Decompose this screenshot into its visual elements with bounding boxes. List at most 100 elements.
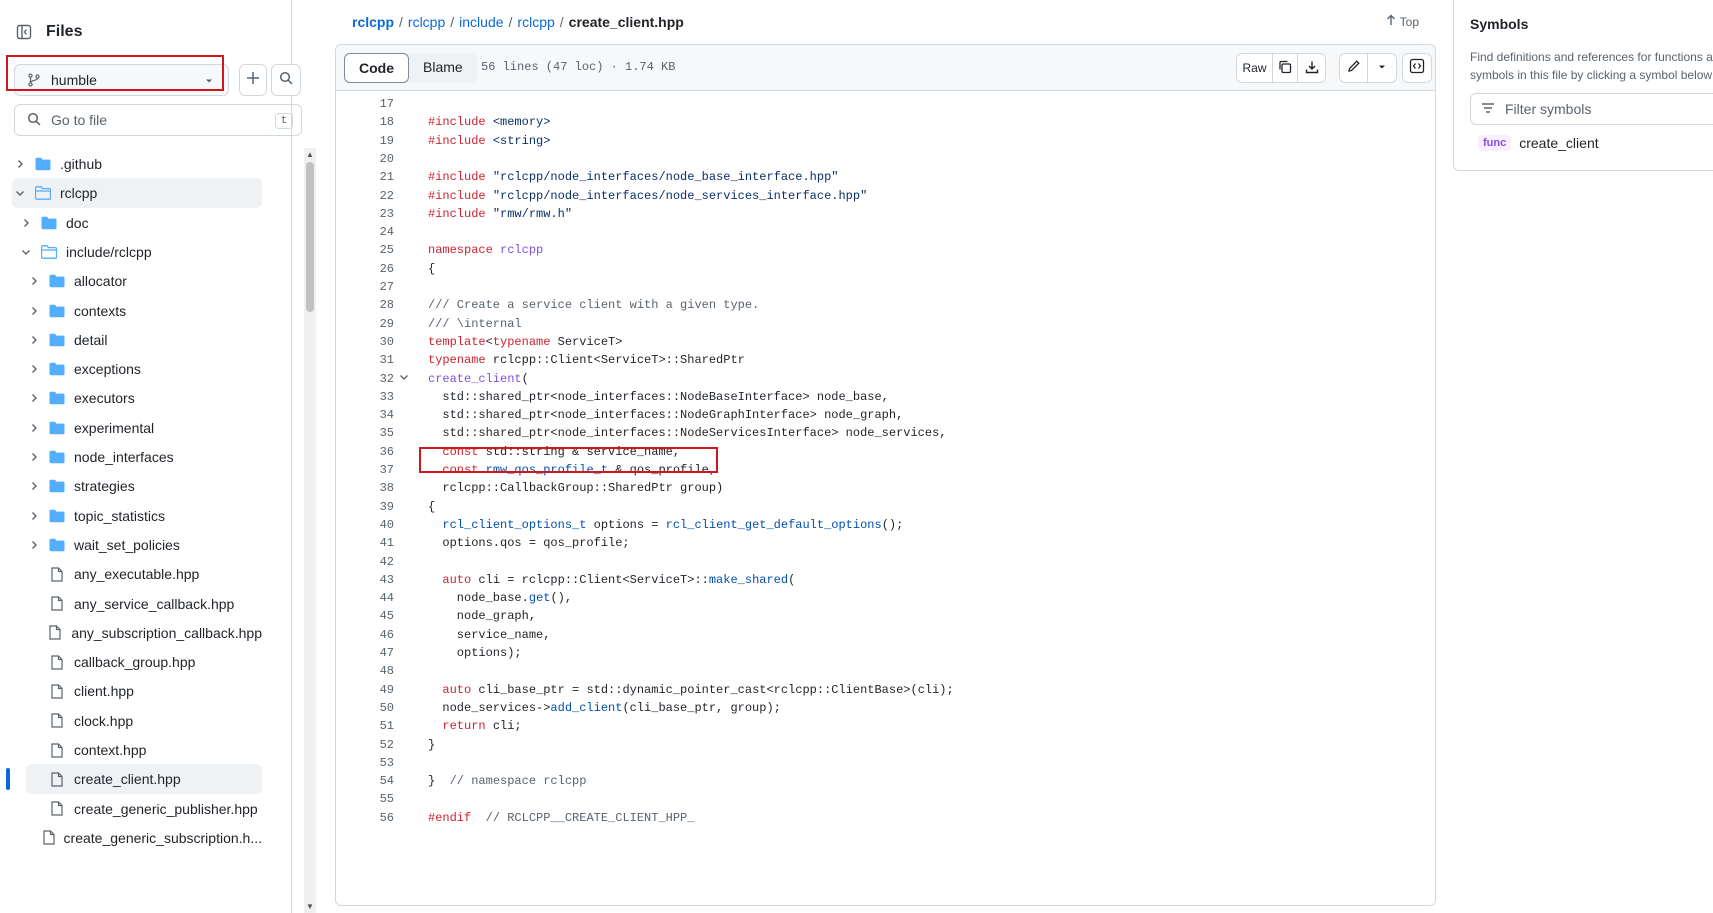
line-number[interactable]: 37 [336,461,394,479]
line-number[interactable]: 28 [336,296,394,314]
line-number[interactable]: 51 [336,717,394,735]
breadcrumb-link[interactable]: include [459,14,503,30]
tree-file-item[interactable]: context.hpp [26,735,262,765]
tree-folder-item[interactable]: contexts [26,296,262,326]
chevron-right-icon[interactable] [26,335,42,345]
line-number[interactable]: 25 [336,241,394,259]
chevron-right-icon[interactable] [26,276,42,286]
line-number[interactable]: 52 [336,736,394,754]
line-number[interactable]: 41 [336,534,394,552]
chevron-right-icon[interactable] [26,511,42,521]
copy-raw-button[interactable] [1273,54,1298,82]
line-number[interactable]: 42 [336,553,394,571]
breadcrumb-link[interactable]: rclcpp [517,14,554,30]
line-number[interactable]: 49 [336,681,394,699]
raw-button[interactable]: Raw [1237,54,1273,82]
line-number[interactable]: 24 [336,223,394,241]
breadcrumb-repo-link[interactable]: rclcpp [352,14,394,30]
line-number[interactable]: 33 [336,388,394,406]
tree-file-item[interactable]: create_generic_publisher.hpp [26,794,262,824]
line-number[interactable]: 47 [336,644,394,662]
tab-code[interactable]: Code [344,53,409,83]
tree-folder-item[interactable]: exceptions [26,354,262,384]
tree-folder-item[interactable]: include/rclcpp [18,237,262,267]
line-number[interactable]: 46 [336,626,394,644]
line-number[interactable]: 35 [336,424,394,442]
line-number[interactable]: 17 [336,95,394,113]
chevron-right-icon[interactable] [26,481,42,491]
tree-folder-item[interactable]: .github [12,149,262,179]
tree-folder-item[interactable]: strategies [26,471,262,501]
line-number[interactable]: 29 [336,315,394,333]
chevron-right-icon[interactable] [26,306,42,316]
chevron-right-icon[interactable] [18,218,34,228]
line-number[interactable]: 45 [336,607,394,625]
download-button[interactable] [1298,54,1325,82]
tree-folder-item[interactable]: detail [26,325,262,355]
line-number[interactable]: 40 [336,516,394,534]
chevron-right-icon[interactable] [26,393,42,403]
filter-symbols-input[interactable]: Filter symbols [1470,93,1713,125]
chevron-right-icon[interactable] [26,452,42,462]
tree-folder-item[interactable]: doc [18,208,262,238]
fold-chevron-icon[interactable] [398,370,410,388]
line-number[interactable]: 21 [336,168,394,186]
edit-more-button[interactable] [1368,54,1396,82]
tree-folder-item[interactable]: rclcpp [12,178,262,209]
symbol-item[interactable]: func create_client [1478,135,1599,151]
tab-blame[interactable]: Blame [409,53,477,83]
collapse-sidebar-icon[interactable] [16,24,32,40]
line-number[interactable]: 23 [336,205,394,223]
chevron-right-icon[interactable] [12,159,28,169]
tree-folder-item[interactable]: topic_statistics [26,501,262,531]
line-number[interactable]: 31 [336,351,394,369]
line-number[interactable]: 53 [336,754,394,772]
symbols-panel-toggle[interactable] [1402,53,1432,83]
line-number[interactable]: 38 [336,479,394,497]
scroll-up-arrow-icon[interactable]: ▲ [306,150,314,159]
line-number[interactable]: 50 [336,699,394,717]
tree-scrollbar[interactable]: ▲ ▼ [304,148,316,913]
tree-folder-item[interactable]: node_interfaces [26,442,262,472]
tree-file-item[interactable]: any_service_callback.hpp [26,589,262,619]
tree-folder-item[interactable]: allocator [26,266,262,296]
line-number[interactable]: 26 [336,260,394,278]
line-number[interactable]: 20 [336,150,394,168]
tree-folder-item[interactable]: wait_set_policies [26,530,262,560]
tree-folder-item[interactable]: executors [26,383,262,413]
line-number[interactable]: 18 [336,113,394,131]
edit-file-button[interactable] [1340,54,1368,82]
line-number[interactable]: 54 [336,772,394,790]
line-number[interactable]: 32 [336,370,394,388]
line-number[interactable]: 56 [336,809,394,827]
go-to-file-input[interactable]: Go to file t [14,104,302,136]
line-number[interactable]: 44 [336,589,394,607]
line-number[interactable]: 55 [336,790,394,808]
line-number[interactable]: 30 [336,333,394,351]
chevron-right-icon[interactable] [26,540,42,550]
tree-file-item[interactable]: client.hpp [26,676,262,706]
tree-file-item[interactable]: any_executable.hpp [26,559,262,589]
line-number[interactable]: 19 [336,132,394,150]
search-button[interactable] [271,64,301,96]
line-number[interactable]: 43 [336,571,394,589]
tree-file-item[interactable]: any_subscription_callback.hpp [26,618,262,648]
line-number[interactable]: 27 [336,278,394,296]
chevron-down-icon[interactable] [18,247,34,257]
tree-folder-item[interactable]: experimental [26,413,262,443]
scroll-to-top-button[interactable]: Top [1386,14,1419,29]
line-number[interactable]: 39 [336,498,394,516]
tree-file-item[interactable]: create_generic_subscription.h... [26,823,262,853]
tree-file-item[interactable]: create_client.hpp [26,764,262,795]
line-number[interactable]: 48 [336,662,394,680]
tree-file-item[interactable]: callback_group.hpp [26,647,262,677]
line-number[interactable]: 22 [336,187,394,205]
line-number[interactable]: 36 [336,443,394,461]
chevron-down-icon[interactable] [12,188,28,198]
scroll-down-arrow-icon[interactable]: ▼ [306,902,314,911]
scrollbar-thumb[interactable] [306,162,314,312]
chevron-right-icon[interactable] [26,364,42,374]
line-number[interactable]: 34 [336,406,394,424]
add-file-button[interactable] [239,64,267,96]
breadcrumb-link[interactable]: rclcpp [408,14,445,30]
